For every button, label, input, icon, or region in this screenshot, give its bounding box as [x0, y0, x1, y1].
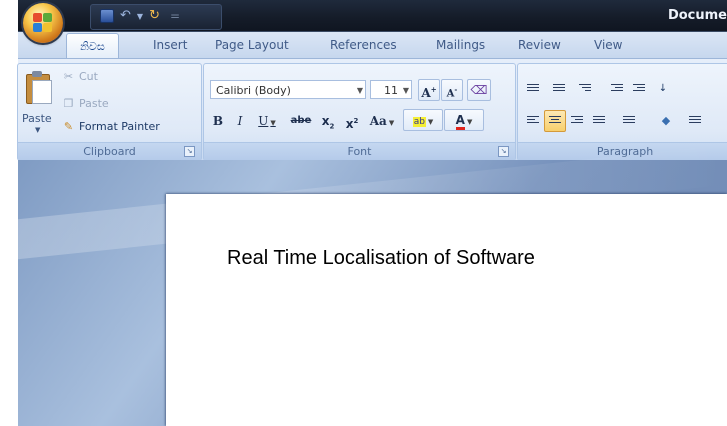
office-logo-icon [33, 13, 53, 33]
underline-button[interactable]: U ▼ [256, 111, 278, 131]
tab-review[interactable]: Review [518, 38, 561, 52]
decrease-indent-icon [611, 84, 623, 93]
clipboard-group-label: Clipboard [18, 142, 201, 160]
align-right-button[interactable] [566, 110, 588, 132]
clear-formatting-button[interactable]: ⌫ [467, 79, 491, 101]
format-painter-button[interactable]: ✎ Format Painter [62, 120, 160, 133]
scissors-icon: ✂ [63, 69, 74, 83]
format-painter-label: Format Painter [79, 120, 160, 133]
decrease-indent-button[interactable] [606, 78, 628, 100]
borders-button[interactable] [684, 110, 712, 132]
shrink-font-button[interactable]: A- [441, 79, 463, 101]
chevron-down-icon: ▼ [356, 86, 363, 95]
borders-icon [689, 116, 701, 125]
font-name-select[interactable]: Calibri (Body) ▼ [210, 80, 366, 99]
grow-font-button[interactable]: A+ [418, 79, 440, 101]
document-body-text[interactable]: Real Time Localisation of Software [227, 247, 535, 270]
clipboard-dialog-launcher-icon[interactable]: ↘ [184, 146, 195, 157]
font-group-label: Font [204, 142, 515, 160]
font-color-icon: A [455, 113, 465, 130]
cut-label: Cut [79, 70, 98, 83]
align-left-icon [527, 116, 539, 125]
ribbon-tabs: නිවස Insert Page Layout References Maili… [18, 32, 727, 59]
font-name-value: Calibri (Body) [216, 84, 291, 97]
customize-qat-button[interactable]: = [170, 9, 180, 23]
sort-icon: ↓ [658, 83, 668, 94]
document-page[interactable]: Real Time Localisation of Software [166, 194, 727, 426]
cut-button[interactable]: ✂ Cut [62, 70, 98, 83]
undo-icon[interactable]: ↶ [120, 9, 131, 23]
sort-button[interactable]: ↓ [652, 78, 674, 100]
office-button[interactable] [23, 3, 63, 43]
document-title: Docume [667, 8, 727, 23]
font-size-value: 11 [384, 84, 398, 97]
font-size-select[interactable]: 11 ▼ [370, 80, 412, 99]
italic-button[interactable]: I [232, 111, 248, 131]
multilevel-list-icon [579, 84, 591, 93]
chevron-down-icon: ▼ [402, 86, 409, 95]
quick-access-items: ↶ ▼ ↻ = [100, 7, 180, 25]
numbering-icon [553, 84, 565, 93]
line-spacing-icon [623, 116, 635, 125]
clear-format-icon: ⌫ [470, 83, 488, 97]
font-dialog-launcher-icon[interactable]: ↘ [498, 146, 509, 157]
tab-page-layout[interactable]: Page Layout [215, 38, 289, 52]
font-group: Calibri (Body) ▼ 11 ▼ A+ A- ⌫ B I U ▼ abe [203, 63, 516, 161]
bold-button[interactable]: B [210, 111, 226, 131]
highlighter-icon: ab [412, 117, 426, 127]
tab-insert[interactable]: Insert [153, 38, 187, 52]
change-case-button[interactable]: Aa ▼ [367, 111, 397, 131]
copy-label: Paste [79, 97, 109, 110]
increase-indent-button[interactable] [628, 78, 650, 100]
numbering-button[interactable] [548, 78, 570, 100]
tab-references[interactable]: References [330, 38, 397, 52]
copy-icon: ❐ [63, 96, 74, 110]
strikethrough-button[interactable]: abe [288, 111, 314, 131]
superscript-button[interactable]: x2 [342, 111, 362, 131]
increase-indent-icon [633, 84, 645, 93]
title-bar: ↶ ▼ ↻ = Docume [18, 0, 727, 32]
paragraph-group: ↓ ◆ Paragraph [517, 63, 727, 161]
paste-button[interactable]: Paste [22, 112, 52, 125]
paste-dropdown-icon[interactable]: ▼ [35, 126, 40, 134]
bullets-icon [527, 84, 539, 93]
multilevel-list-button[interactable] [574, 78, 596, 100]
align-right-icon [571, 116, 583, 125]
shading-button[interactable]: ◆ [652, 110, 680, 132]
paintbrush-icon: ✎ [63, 119, 74, 133]
tab-mailings[interactable]: Mailings [436, 38, 485, 52]
highlight-button[interactable]: ab ▼ [403, 109, 443, 131]
justify-icon [593, 116, 605, 125]
paste-icon[interactable] [26, 70, 52, 104]
bullets-button[interactable] [522, 78, 544, 100]
font-color-button[interactable]: A ▼ [444, 109, 484, 131]
redo-icon[interactable]: ↻ [149, 9, 160, 23]
tab-view[interactable]: View [594, 38, 622, 52]
line-spacing-button[interactable] [618, 110, 646, 132]
subscript-button[interactable]: x2 [318, 111, 338, 131]
align-center-button[interactable] [544, 110, 566, 132]
tab-home[interactable]: නිවස [66, 33, 119, 59]
justify-button[interactable] [588, 110, 610, 132]
align-center-icon [549, 116, 561, 125]
ribbon: Paste ▼ ✂ Cut ❐ Paste ✎ Format Painter C… [17, 58, 727, 161]
save-icon[interactable] [100, 9, 114, 23]
paint-bucket-icon: ◆ [661, 114, 671, 127]
document-workspace: Real Time Localisation of Software [18, 144, 727, 426]
word-window: ↶ ▼ ↻ = Docume නිවස Insert Page Layout R… [0, 0, 727, 426]
align-left-button[interactable] [522, 110, 544, 132]
clipboard-group: Paste ▼ ✂ Cut ❐ Paste ✎ Format Painter C… [17, 63, 202, 161]
undo-dropdown-icon[interactable]: ▼ [137, 12, 143, 21]
copy-button[interactable]: ❐ Paste [62, 97, 109, 110]
